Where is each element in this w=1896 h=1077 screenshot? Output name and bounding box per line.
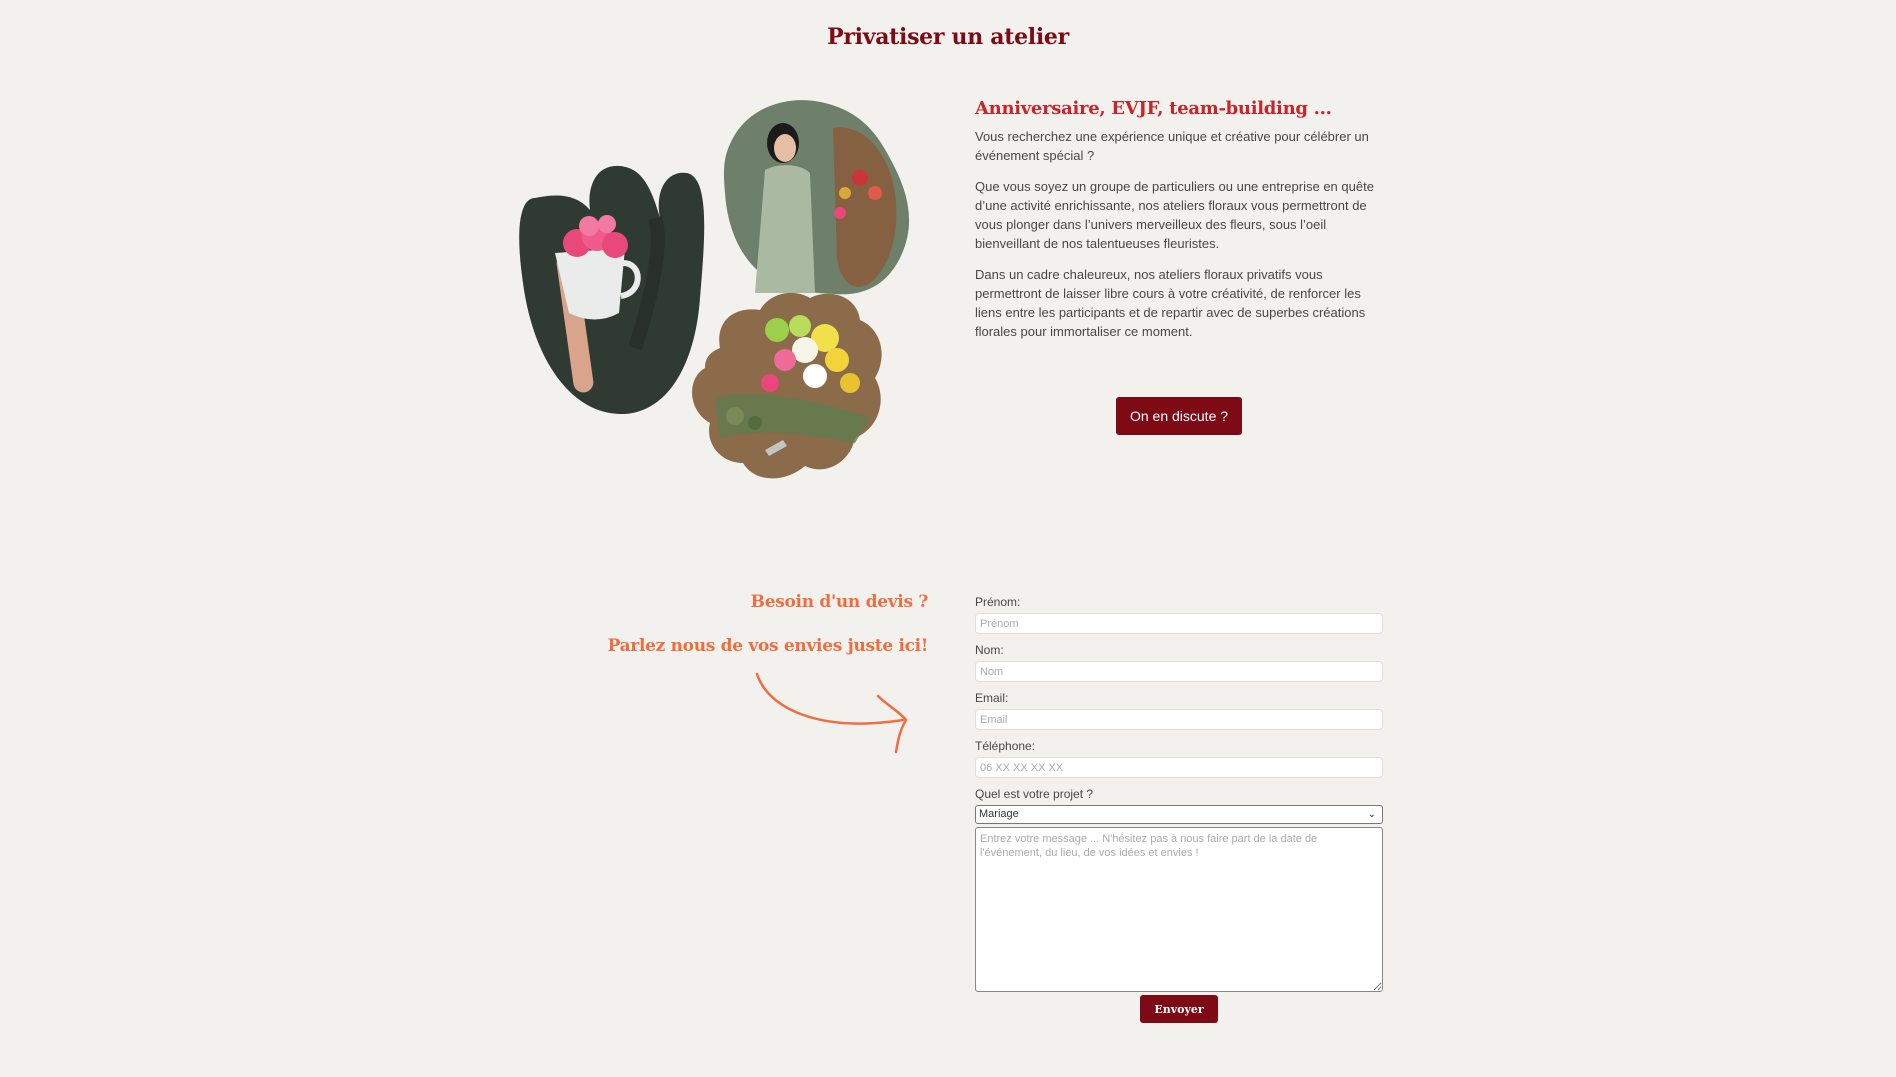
- quote-title: Besoin d'un devis ?: [750, 592, 929, 612]
- intro-paragraph: Que vous soyez un groupe de particuliers…: [975, 179, 1374, 251]
- nom-field[interactable]: [975, 661, 1383, 682]
- quote-form: Prénom: Nom: Email: Téléphone: Quel est …: [975, 594, 1383, 1023]
- intro-title: Anniversaire, EVJF, team-building ...: [975, 98, 1332, 119]
- discuss-button[interactable]: On en discute ?: [1116, 397, 1242, 435]
- telephone-label: Téléphone:: [975, 739, 1036, 753]
- quote-subtitle: Parlez nous de vos envies juste ici!: [607, 636, 929, 656]
- nom-label: Nom:: [975, 643, 1004, 657]
- prenom-label: Prénom:: [975, 595, 1021, 609]
- hand-flowers-image: [519, 165, 705, 415]
- image-collage: [515, 98, 935, 503]
- projet-select-value: Mariage: [979, 808, 1019, 820]
- arrow-icon: [755, 672, 908, 754]
- intro-paragraph: Vous recherchez une expérience unique et…: [975, 129, 1369, 163]
- email-label: Email:: [975, 691, 1009, 705]
- florist-woman-image: [723, 100, 910, 295]
- prenom-field[interactable]: [975, 613, 1383, 634]
- message-field[interactable]: [975, 827, 1383, 992]
- bouquet-table-image: [692, 292, 882, 479]
- email-field[interactable]: [975, 709, 1383, 730]
- chevron-down-icon: ⌄: [1367, 809, 1376, 820]
- intro-paragraph: Dans un cadre chaleureux, nos ateliers f…: [975, 267, 1366, 339]
- projet-select[interactable]: Mariage ⌄: [975, 805, 1383, 824]
- telephone-field[interactable]: [975, 757, 1383, 778]
- projet-label: Quel est votre projet ?: [975, 787, 1094, 801]
- page-title: Privatiser un atelier: [827, 24, 1069, 50]
- intro-section: Anniversaire, EVJF, team-building ... Vo…: [975, 98, 1380, 353]
- send-button[interactable]: Envoyer: [1140, 995, 1218, 1023]
